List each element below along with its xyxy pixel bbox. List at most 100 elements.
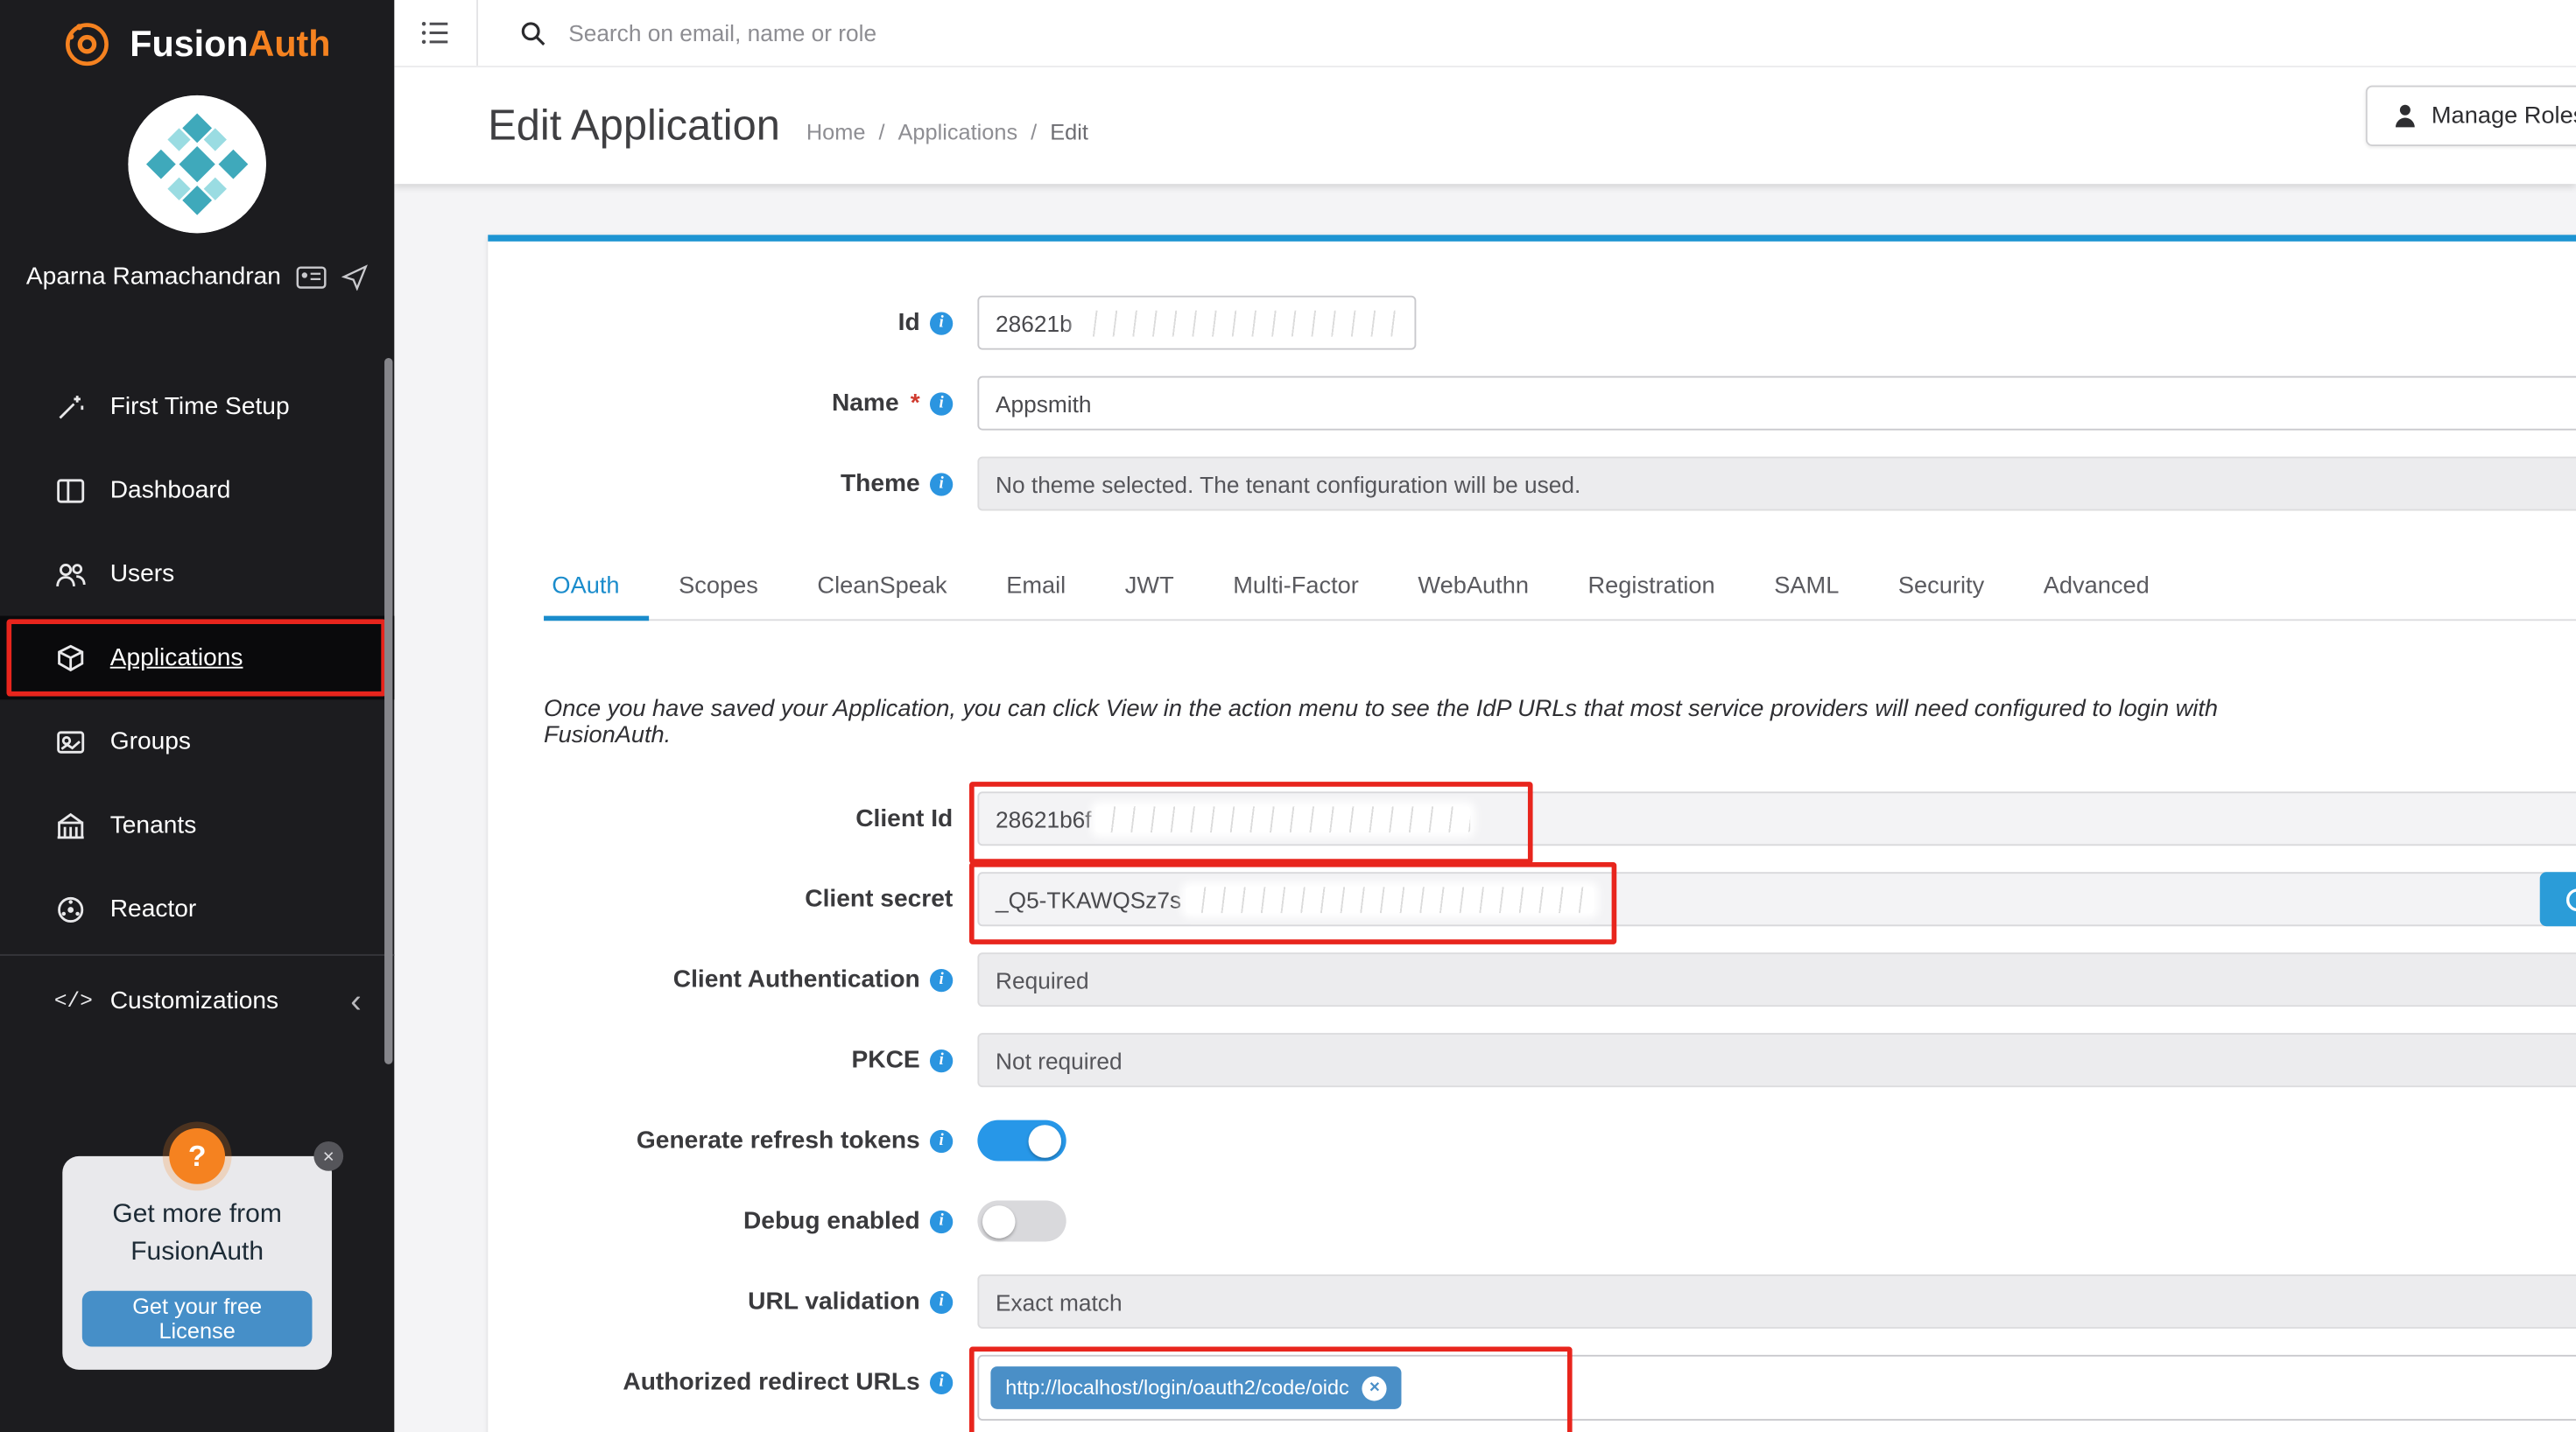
fusionauth-logo[interactable]: FusionAuth bbox=[0, 0, 394, 73]
theme-select[interactable]: No theme selected. The tenant configurat… bbox=[977, 457, 2576, 511]
get-license-button[interactable]: Get your free License bbox=[82, 1291, 313, 1347]
id-control: 28621b bbox=[977, 296, 2576, 350]
id-value: 28621b bbox=[996, 310, 1073, 336]
id-field: 28621b bbox=[977, 296, 1416, 350]
breadcrumb-applications[interactable]: Applications bbox=[898, 119, 1018, 144]
theme-label-wrap: Theme i bbox=[521, 457, 978, 511]
url-validation-select[interactable]: Exact match bbox=[977, 1274, 2576, 1329]
redaction-overlay bbox=[1186, 886, 1594, 912]
main-content: Id i 28621b Name* i Appsmith bbox=[394, 184, 2576, 1432]
sidebar-item-label: Groups bbox=[110, 727, 191, 755]
tab-multi-factor[interactable]: Multi-Factor bbox=[1203, 560, 1388, 620]
nav-divider bbox=[0, 954, 394, 956]
client-secret-label: Client secret bbox=[805, 885, 953, 913]
theme-label: Theme bbox=[841, 470, 920, 498]
fusionauth-logo-icon bbox=[60, 17, 116, 73]
manage-roles-label: Manage Roles bbox=[2432, 102, 2576, 129]
id-label: Id bbox=[898, 309, 920, 337]
form-row-client-authentication: Client Authentication i Required bbox=[521, 952, 2576, 1007]
menu-icon bbox=[419, 17, 452, 50]
dashboard-icon bbox=[54, 474, 88, 507]
refresh-tokens-toggle[interactable] bbox=[977, 1120, 1066, 1162]
url-validation-label-wrap: URL validation i bbox=[521, 1274, 978, 1329]
tab-jwt[interactable]: JWT bbox=[1095, 560, 1203, 620]
help-icon[interactable]: ? bbox=[169, 1128, 225, 1184]
client-secret-label-wrap: Client secret bbox=[521, 872, 978, 926]
info-icon[interactable]: i bbox=[930, 472, 953, 495]
refresh-label: Generate refresh tokens bbox=[637, 1127, 920, 1155]
form-row-theme: Theme i No theme selected. The tenant co… bbox=[521, 457, 2576, 511]
pkce-select[interactable]: Not required bbox=[977, 1033, 2576, 1087]
client-auth-select[interactable]: Required bbox=[977, 952, 2576, 1007]
client-id-control: 28621b6f bbox=[977, 791, 2576, 846]
sidebar-item-tenants[interactable]: Tenants bbox=[0, 783, 394, 867]
sidebar-item-reactor[interactable]: Reactor bbox=[0, 867, 394, 951]
applications-icon bbox=[54, 642, 88, 675]
url-validation-control: Exact match bbox=[977, 1274, 2576, 1329]
info-icon[interactable]: i bbox=[930, 312, 953, 334]
form-row-pkce: PKCE i Not required bbox=[521, 1033, 2576, 1087]
info-icon[interactable]: i bbox=[930, 1210, 953, 1232]
brand-auth: Auth bbox=[249, 23, 331, 64]
manage-roles-button[interactable]: Manage Roles bbox=[2366, 86, 2576, 146]
tab-email[interactable]: Email bbox=[976, 560, 1095, 620]
form-row-client-id: Client Id 28621b6f bbox=[521, 791, 2576, 846]
client-auth-value: Required bbox=[996, 966, 1089, 993]
oauth-note: Once you have saved your Application, yo… bbox=[544, 697, 2285, 749]
sidebar-nav: First Time Setup Dashboard Users bbox=[0, 365, 394, 1043]
sidebar-item-customizations[interactable]: </> Customizations ‹ bbox=[0, 959, 394, 1043]
pkce-value: Not required bbox=[996, 1047, 1123, 1073]
form-row-name: Name* i Appsmith bbox=[521, 376, 2576, 431]
form-row-id: Id i 28621b bbox=[521, 296, 2576, 350]
pkce-control: Not required bbox=[977, 1033, 2576, 1087]
sidebar-item-users[interactable]: Users bbox=[0, 532, 394, 616]
groups-icon bbox=[54, 725, 88, 758]
tab-registration[interactable]: Registration bbox=[1559, 560, 1745, 620]
info-icon[interactable]: i bbox=[930, 1371, 953, 1393]
tenants-icon bbox=[54, 809, 88, 842]
sidebar-scrollbar[interactable] bbox=[384, 358, 392, 1064]
info-icon[interactable]: i bbox=[930, 1290, 953, 1313]
breadcrumb-home[interactable]: Home bbox=[806, 119, 866, 144]
close-icon[interactable]: × bbox=[313, 1141, 343, 1171]
reveal-secret-button[interactable] bbox=[2540, 872, 2576, 926]
search-icon bbox=[519, 19, 547, 47]
debug-toggle[interactable] bbox=[977, 1201, 1066, 1242]
regenerate-icon bbox=[2563, 884, 2576, 914]
name-input[interactable]: Appsmith bbox=[977, 376, 2576, 431]
client-auth-label-wrap: Client Authentication i bbox=[521, 952, 978, 1007]
form-row-debug: Debug enabled i bbox=[521, 1194, 2576, 1248]
tab-scopes[interactable]: Scopes bbox=[649, 560, 787, 620]
client-secret-field: _Q5-TKAWQSz7s bbox=[977, 872, 2576, 926]
redirect-control: http://localhost/login/oauth2/code/oidc … bbox=[977, 1355, 2576, 1421]
sidebar-item-dashboard[interactable]: Dashboard bbox=[0, 448, 394, 532]
redirect-urls-input[interactable]: http://localhost/login/oauth2/code/oidc … bbox=[977, 1355, 2576, 1421]
info-icon[interactable]: i bbox=[930, 1049, 953, 1071]
remove-chip-icon[interactable]: × bbox=[1362, 1375, 1387, 1400]
info-icon[interactable]: i bbox=[930, 391, 953, 414]
sidebar-item-groups[interactable]: Groups bbox=[0, 699, 394, 783]
promo-title: Get more from FusionAuth bbox=[82, 1196, 313, 1272]
topbar bbox=[394, 0, 2576, 67]
info-icon[interactable]: i bbox=[930, 1129, 953, 1152]
sidebar-item-applications[interactable]: Applications bbox=[0, 616, 394, 700]
redirect-url-chip: http://localhost/login/oauth2/code/oidc … bbox=[990, 1366, 1401, 1409]
debug-label-wrap: Debug enabled i bbox=[521, 1194, 978, 1248]
send-icon[interactable] bbox=[341, 263, 368, 290]
info-icon[interactable]: i bbox=[930, 968, 953, 991]
search-input[interactable] bbox=[565, 18, 1327, 48]
sidebar-toggle-button[interactable] bbox=[394, 0, 478, 66]
page-header: Edit Application Home / Applications / E… bbox=[394, 66, 2576, 184]
tab-oauth[interactable]: OAuth bbox=[544, 560, 649, 621]
tab-webauthn[interactable]: WebAuthn bbox=[1389, 560, 1559, 620]
tab-cleanspeak[interactable]: CleanSpeak bbox=[788, 560, 977, 620]
id-card-icon[interactable] bbox=[296, 265, 327, 288]
tab-saml[interactable]: SAML bbox=[1744, 560, 1869, 620]
tab-security[interactable]: Security bbox=[1869, 560, 2014, 620]
refresh-control bbox=[977, 1113, 2576, 1168]
sidebar-item-first-time-setup[interactable]: First Time Setup bbox=[0, 365, 394, 449]
sidebar-item-label: Applications bbox=[110, 644, 243, 672]
pkce-label: PKCE bbox=[851, 1046, 919, 1074]
code-icon: </> bbox=[54, 989, 88, 1014]
tab-advanced[interactable]: Advanced bbox=[2014, 560, 2179, 620]
